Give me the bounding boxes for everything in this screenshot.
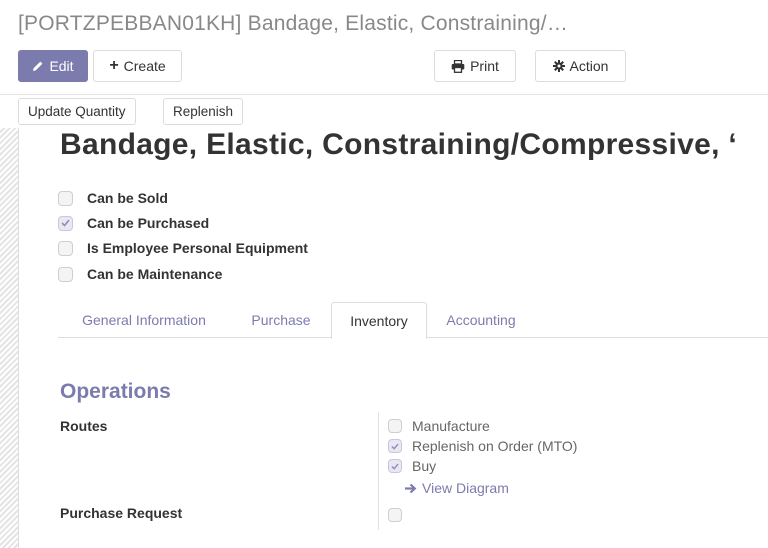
breadcrumb: [PORTZPEBBAN01KH] Bandage, Elastic, Cons… xyxy=(0,0,768,45)
gear-icon xyxy=(552,60,565,72)
operations-section-title: Operations xyxy=(60,380,171,403)
view-diagram-link[interactable]: View Diagram xyxy=(404,478,509,498)
purchase-request-field[interactable] xyxy=(388,505,412,525)
mto-checkbox[interactable] xyxy=(388,439,402,453)
control-panel-toolbar: Edit + Create Print Action xyxy=(0,50,768,86)
view-diagram-label: View Diagram xyxy=(422,480,509,496)
print-button[interactable]: Print xyxy=(434,50,516,82)
manufacture-checkbox[interactable] xyxy=(388,419,402,433)
plus-icon: + xyxy=(109,57,119,74)
flag-can-be-maintenance[interactable]: Can be Maintenance xyxy=(58,264,222,284)
edit-button[interactable]: Edit xyxy=(18,50,88,82)
employee-equipment-label: Is Employee Personal Equipment xyxy=(87,240,308,256)
tab-purchase[interactable]: Purchase xyxy=(236,302,326,338)
replenish-label: Replenish xyxy=(173,104,234,119)
form-sheet: Bandage, Elastic, Constraining/Compressi… xyxy=(20,128,768,548)
field-divider xyxy=(378,412,379,530)
route-buy[interactable]: Buy xyxy=(388,456,436,476)
tab-accounting[interactable]: Accounting xyxy=(433,302,529,338)
printer-icon xyxy=(451,59,465,73)
route-replenish-on-order[interactable]: Replenish on Order (MTO) xyxy=(388,436,577,456)
update-quantity-button[interactable]: Update Quantity xyxy=(18,98,136,125)
print-button-label: Print xyxy=(470,58,499,74)
breadcrumb-title: [PORTZPEBBAN01KH] Bandage, Elastic, Cons… xyxy=(18,12,569,35)
update-quantity-label: Update Quantity xyxy=(28,104,126,119)
route-manufacture-label: Manufacture xyxy=(412,418,490,434)
check-icon xyxy=(391,443,399,450)
flag-can-be-purchased[interactable]: Can be Purchased xyxy=(58,213,209,233)
replenish-button[interactable]: Replenish xyxy=(163,98,244,125)
edit-button-label: Edit xyxy=(49,58,74,74)
purchase-request-label: Purchase Request xyxy=(60,505,183,521)
routes-label: Routes xyxy=(60,418,108,434)
tab-general-information[interactable]: General Information xyxy=(58,302,230,338)
pencil-icon xyxy=(33,61,43,71)
action-button-label: Action xyxy=(569,58,609,74)
action-button[interactable]: Action xyxy=(535,50,626,82)
button-box: Update Quantity Replenish xyxy=(0,94,768,128)
can-be-sold-label: Can be Sold xyxy=(87,190,168,206)
buy-checkbox[interactable] xyxy=(388,459,402,473)
can-be-maintenance-checkbox[interactable] xyxy=(58,266,73,282)
can-be-purchased-label: Can be Purchased xyxy=(87,215,210,231)
check-icon xyxy=(61,219,70,227)
purchase-request-checkbox[interactable] xyxy=(388,508,402,522)
can-be-purchased-checkbox[interactable] xyxy=(58,215,73,231)
route-manufacture[interactable]: Manufacture xyxy=(388,416,490,436)
route-mto-label: Replenish on Order (MTO) xyxy=(412,438,578,454)
notebook-tabs: General Information Purchase Inventory A… xyxy=(58,302,768,339)
route-buy-label: Buy xyxy=(412,458,437,474)
can-be-sold-checkbox[interactable] xyxy=(58,190,73,206)
create-button-label: Create xyxy=(123,58,166,74)
flag-can-be-sold[interactable]: Can be Sold xyxy=(58,188,168,208)
arrow-right-icon xyxy=(405,483,417,493)
product-name: Bandage, Elastic, Constraining/Compressi… xyxy=(60,128,738,161)
employee-equipment-checkbox[interactable] xyxy=(58,240,73,256)
check-icon xyxy=(391,463,399,470)
flag-employee-equipment[interactable]: Is Employee Personal Equipment xyxy=(58,238,308,258)
can-be-maintenance-label: Can be Maintenance xyxy=(87,266,223,282)
tab-inventory[interactable]: Inventory xyxy=(331,302,427,339)
create-button[interactable]: + Create xyxy=(93,50,182,82)
sheet-background-stripes xyxy=(0,128,19,548)
